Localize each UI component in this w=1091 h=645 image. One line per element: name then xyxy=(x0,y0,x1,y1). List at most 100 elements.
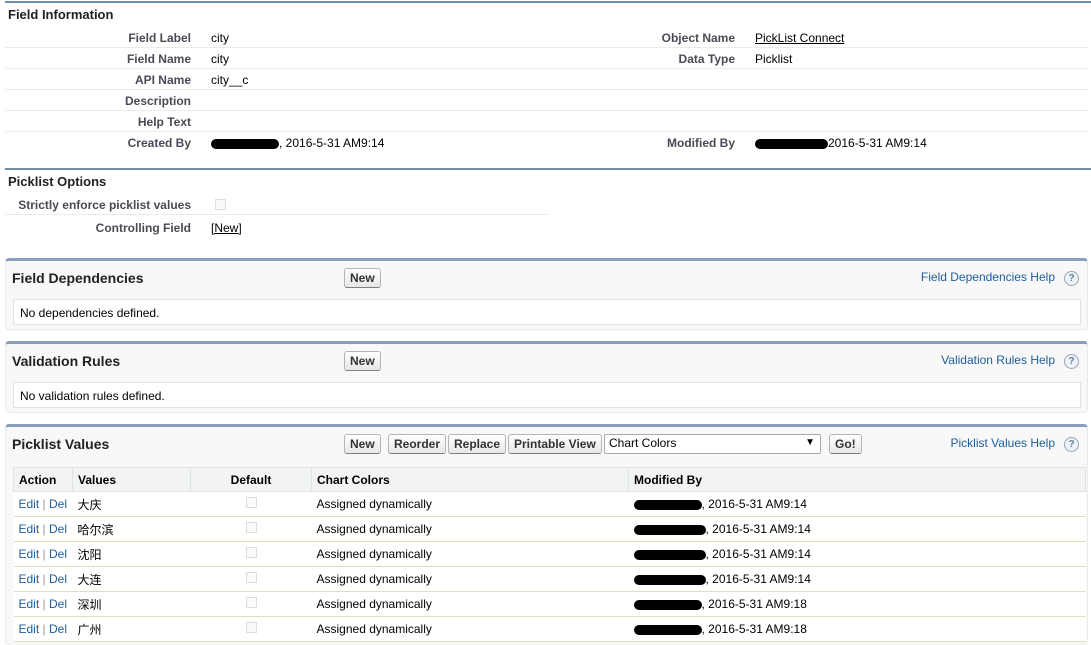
row-value: 广州 xyxy=(72,616,191,642)
field-dependencies-panel: Field Dependencies New Field Dependencie… xyxy=(5,258,1088,330)
default-checkbox[interactable] xyxy=(245,547,257,558)
picklist-new-button[interactable]: New xyxy=(344,434,381,454)
created-by-date: , 2016-5-31 AM9:14 xyxy=(279,136,385,150)
field-dependencies-new-button[interactable]: New xyxy=(344,268,381,288)
row-actions: Edit | Del xyxy=(13,541,73,567)
row-actions: Edit | Del xyxy=(13,491,73,517)
created-by-label: Created By xyxy=(127,136,191,150)
field-name-label: Field Name xyxy=(126,52,191,66)
picklist-values-panel: Picklist Values New Reorder Replace Prin… xyxy=(5,424,1088,645)
row-default xyxy=(190,566,312,592)
field-label-value: city xyxy=(211,31,229,45)
table-row: Edit | Del 深圳 Assigned dynamically, 2016-5… xyxy=(13,591,1086,617)
table-row: Edit | Del 广州 Assigned dynamically, 2016-5… xyxy=(13,616,1086,642)
field-information-header: Field Information xyxy=(5,1,1091,25)
created-by-value: , 2016-5-31 AM9:14 xyxy=(211,136,384,150)
redacted-name xyxy=(633,499,702,510)
delete-link[interactable]: Del xyxy=(49,572,67,586)
api-name-value: city__c xyxy=(211,73,249,87)
col-modified-by: Modified By xyxy=(628,467,1086,492)
row-chart-color: Assigned dynamically xyxy=(311,541,629,567)
printable-view-button[interactable]: Printable View xyxy=(508,434,602,454)
api-name-label: API Name xyxy=(134,73,191,87)
delete-link[interactable]: Del xyxy=(49,547,67,561)
picklist-values-body: Edit | Del 大庆 Assigned dynamically, 2016-5… xyxy=(13,491,1086,642)
row-modified-date: , 2016-5-31 AM9:18 xyxy=(701,622,807,636)
delete-link[interactable]: Del xyxy=(49,597,67,611)
row-actions: Edit | Del xyxy=(13,566,73,592)
chart-colors-select-value: Chart Colors xyxy=(609,436,677,450)
row-value: 大庆 xyxy=(72,491,191,517)
row-chart-color: Assigned dynamically xyxy=(311,616,629,642)
table-header-row: Action Values Default Chart Colors Modif… xyxy=(13,467,1086,492)
created-by-row: Created By , 2016-5-31 AM9:14 Modified B… xyxy=(5,132,1088,153)
delete-link[interactable]: Del xyxy=(49,622,67,636)
validation-rules-help[interactable]: Validation Rules Help? xyxy=(941,353,1079,369)
validation-rules-title: Validation Rules xyxy=(12,353,121,369)
row-default xyxy=(190,541,312,567)
table-row: Edit | Del 沈阳 Assigned dynamically, 2016-5… xyxy=(13,541,1086,567)
row-default xyxy=(190,616,312,642)
redacted-name xyxy=(633,549,706,560)
delete-link[interactable]: Del xyxy=(49,522,67,536)
edit-link[interactable]: Edit xyxy=(19,597,40,611)
row-chart-color: Assigned dynamically xyxy=(311,516,629,542)
validation-rules-new-button[interactable]: New xyxy=(344,351,381,371)
edit-link[interactable]: Edit xyxy=(19,572,40,586)
edit-link[interactable]: Edit xyxy=(19,547,40,561)
chart-colors-select[interactable]: Chart Colors ▼ xyxy=(604,434,821,454)
delete-link[interactable]: Del xyxy=(49,497,67,511)
picklist-values-table: Action Values Default Chart Colors Modif… xyxy=(13,467,1086,642)
object-name-link[interactable]: PickList Connect xyxy=(755,31,844,45)
help-text-label: Help Text xyxy=(137,115,191,129)
controlling-new-link[interactable]: [New] xyxy=(211,221,242,235)
modified-by-value: 2016-5-31 AM9:14 xyxy=(755,136,927,150)
field-label-label: Field Label xyxy=(128,31,191,45)
picklist-values-help[interactable]: Picklist Values Help? xyxy=(951,436,1079,452)
reorder-button[interactable]: Reorder xyxy=(388,434,447,454)
redacted-name xyxy=(633,524,706,535)
strict-row: Strictly enforce picklist values xyxy=(5,194,548,215)
row-modified-date: , 2016-5-31 AM9:14 xyxy=(705,572,811,586)
row-default xyxy=(190,491,312,517)
row-modified-date: , 2016-5-31 AM9:14 xyxy=(705,547,811,561)
field-dependencies-title: Field Dependencies xyxy=(12,270,144,286)
col-default: Default xyxy=(190,467,312,492)
action-separator: | xyxy=(42,497,46,511)
edit-link[interactable]: Edit xyxy=(19,622,40,636)
help-icon[interactable]: ? xyxy=(1064,271,1079,286)
picklist-values-title: Picklist Values xyxy=(12,436,110,452)
edit-link[interactable]: Edit xyxy=(19,497,40,511)
col-values: Values xyxy=(72,467,191,492)
default-checkbox[interactable] xyxy=(245,622,257,633)
default-checkbox[interactable] xyxy=(245,522,257,533)
action-separator: | xyxy=(42,597,46,611)
help-icon[interactable]: ? xyxy=(1064,354,1079,369)
controlling-row: Controlling Field [New] xyxy=(5,217,548,238)
field-dependencies-help-link[interactable]: Field Dependencies Help xyxy=(921,270,1055,284)
replace-button[interactable]: Replace xyxy=(448,434,507,454)
field-dependencies-help[interactable]: Field Dependencies Help? xyxy=(921,270,1079,286)
edit-link[interactable]: Edit xyxy=(19,522,40,536)
default-checkbox[interactable] xyxy=(245,497,257,508)
validation-rules-help-link[interactable]: Validation Rules Help xyxy=(941,353,1055,367)
action-separator: | xyxy=(42,572,46,586)
go-button[interactable]: Go! xyxy=(829,434,862,454)
row-default xyxy=(190,591,312,617)
picklist-values-help-link[interactable]: Picklist Values Help xyxy=(951,436,1055,450)
description-label: Description xyxy=(124,94,191,108)
modified-by-date: 2016-5-31 AM9:14 xyxy=(828,136,927,150)
row-value: 哈尔滨 xyxy=(72,516,191,542)
table-row: Edit | Del 哈尔滨 Assigned dynamically, 2016-… xyxy=(13,516,1086,542)
validation-rules-empty: No validation rules defined. xyxy=(13,382,1081,408)
strict-enforce-checkbox[interactable] xyxy=(215,199,226,210)
field-name-row: Field Name city Data Type Picklist xyxy=(5,48,1088,69)
default-checkbox[interactable] xyxy=(245,597,257,608)
help-icon[interactable]: ? xyxy=(1064,437,1079,452)
data-type-label: Data Type xyxy=(678,52,735,66)
row-chart-color: Assigned dynamically xyxy=(311,591,629,617)
field-dependencies-empty: No dependencies defined. xyxy=(13,299,1081,325)
data-type-value: Picklist xyxy=(755,52,793,66)
default-checkbox[interactable] xyxy=(245,572,257,583)
picklist-options-header: Picklist Options xyxy=(5,168,1091,192)
